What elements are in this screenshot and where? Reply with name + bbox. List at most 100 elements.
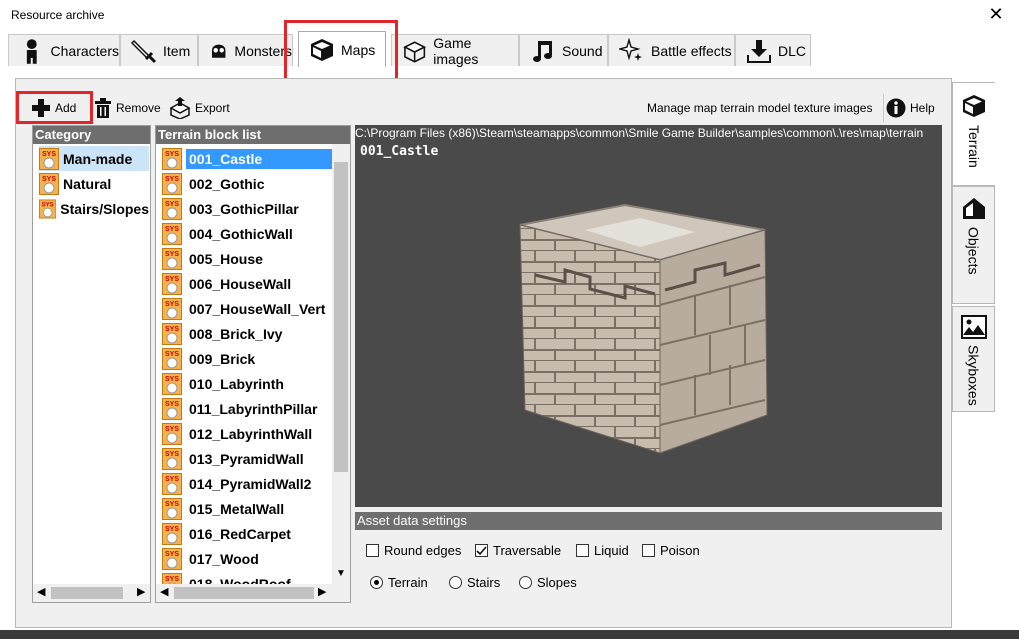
sys-icon: SYS (39, 147, 59, 170)
tab-dlc[interactable]: DLC (735, 34, 811, 66)
tab-monsters[interactable]: Monsters (198, 34, 293, 66)
tab-label: Battle effects (651, 42, 732, 59)
side-tab-objects[interactable]: Objects (952, 186, 995, 304)
slopes-radio[interactable]: Slopes (519, 575, 577, 590)
svg-text:SYS: SYS (165, 401, 179, 408)
skull-icon (211, 44, 226, 58)
radio-label: Slopes (537, 575, 577, 590)
radio-button[interactable] (449, 576, 462, 589)
tab-label: Characters (50, 42, 119, 59)
terrain-list-item[interactable]: SYS 007_HouseWall_Vert (162, 296, 332, 321)
terrain-list-item[interactable]: SYS 005_House (162, 246, 332, 271)
stairs-radio[interactable]: Stairs (449, 575, 500, 590)
terrain-list-item[interactable]: SYS 011_LabyrinthPillar (162, 396, 332, 421)
scroll-right-arrow-icon[interactable]: ▶ (318, 585, 326, 598)
radio-button[interactable] (519, 576, 532, 589)
tab-sound[interactable]: Sound (519, 34, 608, 66)
terrain-item-label: 003_GothicPillar (189, 200, 299, 217)
terrain-hscrollbar[interactable]: ◀ ▶ (156, 584, 350, 602)
scroll-left-arrow-icon[interactable]: ◀ (160, 585, 168, 598)
terrain-list-item[interactable]: SYS 003_GothicPillar (162, 196, 332, 221)
sys-icon: SYS (162, 472, 182, 495)
manage-textures-button[interactable]: Manage map terrain model texture images (647, 94, 872, 122)
svg-text:SYS: SYS (165, 551, 179, 558)
terrain-list-item[interactable]: SYS 013_PyramidWall (162, 446, 332, 471)
category-item-natural[interactable]: SYS Natural (39, 171, 149, 196)
sys-icon: SYS (162, 547, 182, 570)
svg-text:SYS: SYS (165, 301, 179, 308)
terrain-list-item[interactable]: SYS 015_MetalWall (162, 496, 332, 521)
sys-icon: SYS (39, 198, 57, 219)
terrain-item-label: 011_LabyrinthPillar (189, 400, 318, 417)
terrain-list-item[interactable]: SYS 001_Castle (162, 146, 332, 171)
scrollbar-thumb[interactable] (334, 162, 348, 472)
terrain-item-label: 017_Wood (189, 550, 259, 567)
terrain-list-item[interactable]: SYS 010_Labyrinth (162, 371, 332, 396)
sys-icon: SYS (162, 322, 182, 345)
side-tab-label: Skyboxes (965, 345, 982, 406)
terrain-list-item[interactable]: SYS 017_Wood (162, 546, 332, 571)
svg-text:SYS: SYS (42, 176, 56, 183)
tab-battle-effects[interactable]: Battle effects (608, 34, 735, 66)
remove-button[interactable]: Remove (94, 94, 161, 122)
scroll-right-arrow-icon[interactable]: ▶ (137, 585, 145, 598)
tab-label: Item (163, 42, 191, 59)
side-tab-skyboxes[interactable]: Skyboxes (952, 306, 995, 412)
export-button[interactable]: Export (169, 94, 230, 122)
checkbox-box[interactable] (366, 544, 379, 557)
terrain-list-header: Terrain block list (156, 126, 350, 144)
scrollbar-thumb[interactable] (174, 587, 314, 599)
round-edges-checkbox[interactable]: Round edges (366, 543, 461, 558)
scrollbar-thumb[interactable] (51, 587, 123, 599)
terrain-block-list[interactable]: Terrain block list SYS 001_Castle SYS 002_G… (155, 125, 351, 603)
window-title: Resource archive (11, 8, 105, 22)
category-list[interactable]: Category SYS Man-made SYS Natural SYS St… (32, 125, 151, 603)
checkbox-box[interactable] (642, 544, 655, 557)
tab-item[interactable]: Item (120, 34, 198, 66)
sys-icon: SYS (162, 272, 182, 295)
terrain-list-item[interactable]: SYS 002_Gothic (162, 171, 332, 196)
side-tab-terrain[interactable]: Terrain (952, 82, 995, 186)
terrain-list-item[interactable]: SYS 006_HouseWall (162, 271, 332, 296)
terrain-list-item[interactable]: SYS 014_PyramidWall2 (162, 471, 332, 496)
highlight-box-maps (284, 20, 398, 84)
liquid-checkbox[interactable]: Liquid (576, 543, 629, 558)
traversable-checkbox[interactable]: Traversable (475, 543, 561, 558)
scroll-down-arrow-icon[interactable]: ▼ (336, 568, 346, 579)
resource-archive-window: Resource archive ✕ Characters Item Monst… (0, 0, 1019, 639)
svg-text:SYS: SYS (165, 451, 179, 458)
terrain-item-label: 012_LabyrinthWall (189, 425, 313, 442)
terrain-vscrollbar[interactable]: ▼ (332, 144, 350, 584)
category-hscrollbar[interactable]: ◀ ▶ (33, 584, 150, 602)
checkbox-box[interactable] (475, 544, 488, 557)
tab-characters[interactable]: Characters (8, 34, 120, 66)
model-preview[interactable]: C:\Program Files (x86)\Steam\steamapps\c… (355, 125, 942, 507)
checkbox-label: Liquid (594, 543, 629, 558)
terrain-list-item[interactable]: SYS 009_Brick (162, 346, 332, 371)
radio-button[interactable] (370, 576, 383, 589)
sys-icon: SYS (39, 172, 59, 195)
sys-icon: SYS (162, 197, 182, 220)
tab-game-images[interactable]: Game images (391, 34, 519, 67)
terrain-list-item[interactable]: SYS 004_GothicWall (162, 221, 332, 246)
category-item-man-made[interactable]: SYS Man-made (39, 146, 149, 171)
sys-icon: SYS (162, 422, 182, 445)
terrain-list-item[interactable]: SYS 016_RedCarpet (162, 521, 332, 546)
side-tab-label: Objects (965, 227, 982, 275)
terrain-list-item[interactable]: SYS 008_Brick_Ivy (162, 321, 332, 346)
help-button[interactable]: Help (883, 94, 935, 122)
terrain-item-label: 002_Gothic (189, 175, 265, 192)
terrain-list-item[interactable]: SYS 012_LabyrinthWall (162, 421, 332, 446)
sys-icon: SYS (162, 447, 182, 470)
scroll-left-arrow-icon[interactable]: ◀ (37, 585, 45, 598)
preview-asset-name: 001_Castle (360, 144, 439, 159)
category-item-stairs-slopes[interactable]: SYS Stairs/Slopes (39, 196, 149, 221)
radio-label: Terrain (388, 575, 428, 590)
sys-icon: SYS (162, 372, 182, 395)
close-icon[interactable]: ✕ (986, 4, 1006, 24)
terrain-radio[interactable]: Terrain (370, 575, 428, 590)
checkbox-box[interactable] (576, 544, 589, 557)
poison-checkbox[interactable]: Poison (642, 543, 700, 558)
category-header: Category (33, 126, 150, 144)
info-icon (886, 98, 906, 118)
